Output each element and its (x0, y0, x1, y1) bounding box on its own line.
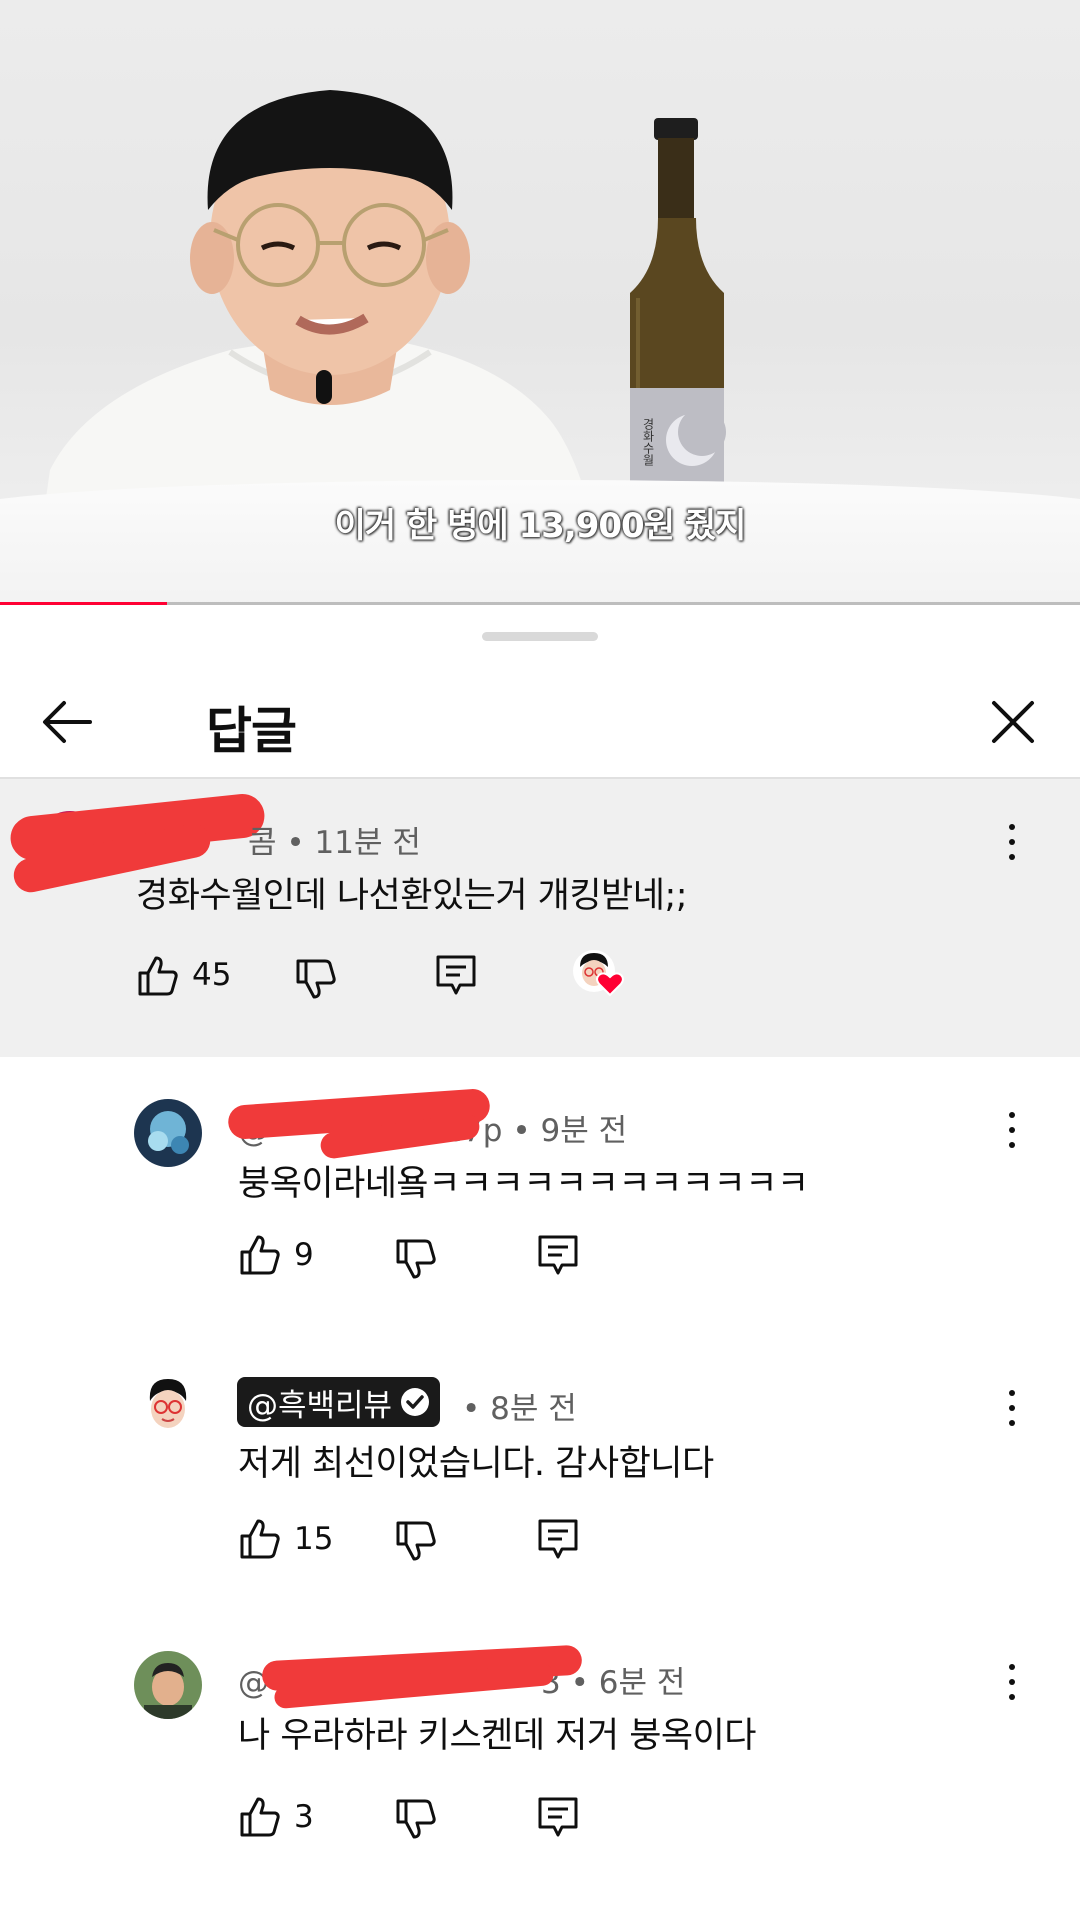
comment-text: 경화수월인데 나선환있는거 개킹받네;; (136, 876, 688, 916)
like-count: 3 (294, 1799, 314, 1835)
sheet-title: 답글 (206, 702, 297, 760)
comment-text: 나 우라하라 키스켄데 저거 붕옥이다 (238, 1716, 757, 1756)
more-vert-icon[interactable] (992, 1659, 1032, 1709)
comment-time: • 11분 전 (286, 825, 421, 861)
avatar[interactable] (134, 1371, 202, 1439)
comment-time: • 9분 전 (512, 1113, 628, 1149)
dislike-icon[interactable] (294, 957, 338, 1001)
video-subtitle: 이거 한 병에 13,900원 줬지 (334, 506, 747, 546)
reply-icon[interactable] (434, 953, 478, 997)
like-icon[interactable] (136, 954, 180, 998)
reply-comment: @e7p • 9분 전 붕옥이라네욬ㅋㅋㅋㅋㅋㅋㅋㅋㅋㅋㅋㅋ 9 (0, 1057, 1080, 1337)
dislike-icon[interactable] (394, 1519, 438, 1563)
parent-comment: 콤 • 11분 전 경화수월인데 나선환있는거 개킹받네;; 45 (0, 779, 1080, 1057)
reply-comment: @3 • 6분 전 나 우라하라 키스켄데 저거 붕옥이다 3 (0, 1617, 1080, 1907)
like-icon[interactable] (238, 1233, 282, 1277)
comment-meta: 콤 • 11분 전 (248, 817, 421, 862)
avatar[interactable] (134, 1099, 202, 1167)
comment-text: 붕옥이라네욬ㅋㅋㅋㅋㅋㅋㅋㅋㅋㅋㅋㅋ (238, 1164, 809, 1204)
reply-icon[interactable] (536, 1517, 580, 1561)
video-progress-fill (0, 602, 168, 605)
comment-time: • 8분 전 (462, 1391, 577, 1427)
video-progress-bar[interactable] (0, 602, 1080, 605)
comment-text: 저게 최선이었습니다. 감사합니다 (238, 1444, 714, 1484)
bottle-label: 경화수월 (641, 418, 655, 466)
reply-icon[interactable] (536, 1795, 580, 1839)
sheet-drag-handle[interactable] (482, 632, 598, 641)
like-icon[interactable] (238, 1795, 282, 1839)
dislike-icon[interactable] (394, 1237, 438, 1281)
more-vert-icon[interactable] (992, 1385, 1032, 1435)
creator-handle-badge[interactable]: @흑백리뷰 (237, 1377, 441, 1427)
replies-sheet: 답글 콤 • 11분 전 경화수월인데 나선환있는거 개킹받네;; 45 • 9… (0, 607, 1080, 1908)
close-icon[interactable] (982, 691, 1044, 753)
dislike-icon[interactable] (394, 1797, 438, 1841)
like-icon[interactable] (238, 1517, 282, 1561)
video-player[interactable]: 경화수월 이거 한 병에 13,900원 줬지 (0, 0, 1080, 605)
comment-time: • 6분 전 (570, 1665, 686, 1701)
avatar[interactable] (134, 1651, 202, 1719)
heart-icon (596, 972, 624, 997)
more-vert-icon[interactable] (992, 1107, 1032, 1157)
like-count: 15 (294, 1521, 334, 1557)
more-vert-icon[interactable] (992, 819, 1032, 869)
comment-author-tail[interactable]: 콤 (248, 825, 277, 861)
like-count: 9 (294, 1237, 314, 1273)
reply-comment: @흑백리뷰 • 8분 전 저게 최선이었습니다. 감사합니다 15 (0, 1337, 1080, 1617)
verified-icon (401, 1388, 430, 1416)
comment-author: @흑백리뷰 (247, 1387, 393, 1424)
like-count: 45 (192, 957, 232, 993)
reply-icon[interactable] (536, 1233, 580, 1277)
creator-heart[interactable] (572, 949, 624, 999)
sheet-header: 답글 (0, 667, 1080, 777)
back-arrow-icon[interactable] (38, 693, 96, 751)
